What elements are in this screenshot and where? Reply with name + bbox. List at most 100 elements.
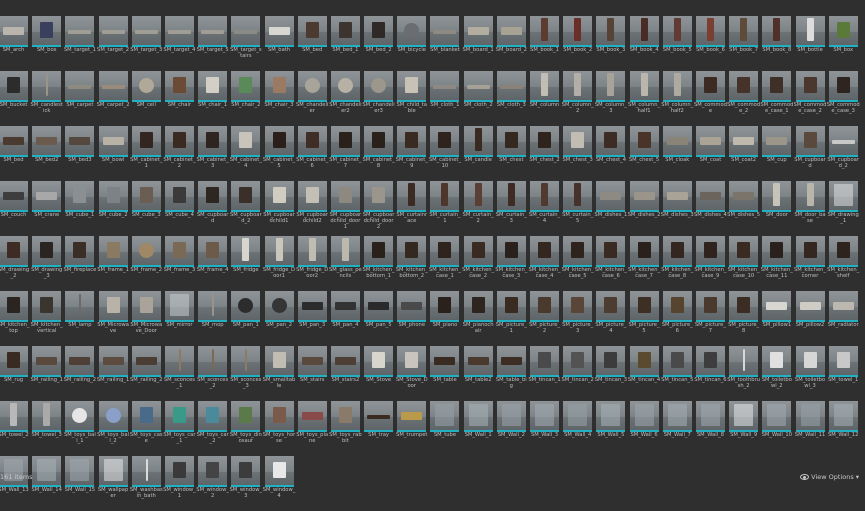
asset-tile[interactable]: SM_pan_4: [330, 291, 363, 346]
asset-tile[interactable]: SM_dishes_4: [694, 181, 728, 236]
asset-tile[interactable]: SM_kitchen_bottom_1: [363, 236, 396, 291]
asset-tile[interactable]: SM_curtainrace: [396, 181, 429, 236]
asset-tile[interactable]: SM_kitchen_case_11: [761, 236, 794, 291]
asset-tile[interactable]: SM_picture_4: [595, 291, 628, 346]
asset-tile[interactable]: SM_target_5: [197, 16, 230, 71]
asset-tile[interactable]: SM_commode_case_2: [794, 71, 828, 126]
asset-tile[interactable]: SM_Wall_9: [728, 401, 761, 456]
asset-tile[interactable]: SM_cupboard_2: [827, 126, 861, 181]
asset-tile[interactable]: SM_chair_3: [264, 71, 297, 126]
asset-tile[interactable]: SM_book_2: [562, 16, 595, 71]
asset-tile[interactable]: SM_picture_6: [662, 291, 695, 346]
asset-tile[interactable]: SM_kitchen_case_1: [429, 236, 462, 291]
asset-tile[interactable]: SM_table: [429, 346, 462, 401]
asset-tile[interactable]: SM_chest_2: [529, 126, 562, 181]
asset-tile[interactable]: SM_carpet: [64, 71, 97, 126]
asset-tile[interactable]: SM_Microwave: [97, 291, 131, 346]
asset-tile[interactable]: SM_cupboardchild_door1: [330, 181, 363, 236]
asset-tile[interactable]: SM_towel_1: [828, 346, 861, 401]
asset-tile[interactable]: SM_fireplace: [63, 236, 97, 291]
asset-tile[interactable]: SM_railing_1: [97, 346, 131, 401]
asset-tile[interactable]: SM_cupboardchild1: [263, 181, 297, 236]
asset-tile[interactable]: SM_kitchen_top: [0, 291, 31, 346]
asset-tile[interactable]: SM_chest_4: [595, 126, 628, 181]
asset-tile[interactable]: SM_bicycle: [396, 16, 429, 71]
asset-tile[interactable]: SM_cabinet_1: [130, 126, 164, 181]
asset-tile[interactable]: SM_fridge: [230, 236, 263, 291]
asset-tile[interactable]: SM_candle: [463, 126, 496, 181]
asset-tile[interactable]: SM_dishes_3: [661, 181, 695, 236]
asset-tile[interactable]: SM_pianochair: [463, 291, 496, 346]
asset-tile[interactable]: SM_toys_car_1: [163, 401, 197, 456]
asset-tile[interactable]: SM_commode_case_3: [827, 71, 861, 126]
asset-tile[interactable]: SM_book_3: [595, 16, 628, 71]
asset-tile[interactable]: SM_cabinet_5: [263, 126, 297, 181]
asset-tile[interactable]: SM_curtain_2: [463, 181, 496, 236]
asset-tile[interactable]: SM_cabinet_8: [362, 126, 396, 181]
asset-tile[interactable]: SM_cabinet_6: [296, 126, 330, 181]
asset-tile[interactable]: SM_kitchen_corner: [794, 236, 828, 291]
asset-tile[interactable]: SM_book_6: [695, 16, 728, 71]
asset-tile[interactable]: SM_bed_2: [363, 16, 396, 71]
asset-tile[interactable]: SM_piano: [429, 291, 462, 346]
asset-tile[interactable]: SM_rug: [0, 346, 31, 401]
asset-tile[interactable]: SM_smalltable: [263, 346, 297, 401]
asset-tile[interactable]: SM_commode_case_1: [760, 71, 794, 126]
asset-tile[interactable]: SM_sconces_2: [197, 346, 230, 401]
asset-tile[interactable]: SM_kitchen_case_4: [528, 236, 562, 291]
asset-tile[interactable]: SM_stairs: [297, 346, 330, 401]
asset-tile[interactable]: SM_kitchen_bottom_2: [396, 236, 429, 291]
asset-tile[interactable]: SM_ceil: [131, 71, 164, 126]
asset-tile[interactable]: SM_target_1: [64, 16, 97, 71]
asset-tile[interactable]: SM_cabinet_4: [230, 126, 263, 181]
asset-tile[interactable]: SM_cabinet_3: [197, 126, 230, 181]
asset-tile[interactable]: SM_Wall_8: [695, 401, 728, 456]
asset-tile[interactable]: SM_tincan_5: [661, 346, 695, 401]
asset-tile[interactable]: SM_cupboard: [794, 126, 828, 181]
asset-tile[interactable]: SM_toys_case: [130, 401, 164, 456]
asset-tile[interactable]: SM_pan_2: [264, 291, 297, 346]
asset-tile[interactable]: SM_frame_2: [130, 236, 164, 291]
asset-tile[interactable]: SM_kitchen_case_2: [462, 236, 496, 291]
asset-tile[interactable]: SM_cube_2: [98, 181, 131, 236]
asset-tile[interactable]: SM_tincan_3: [595, 346, 628, 401]
asset-tile[interactable]: SM_kitchen_case_9: [694, 236, 728, 291]
asset-tile[interactable]: SM_chair_2: [230, 71, 263, 126]
asset-tile[interactable]: SM_picture_5: [629, 291, 662, 346]
asset-tile[interactable]: SM_cube_3: [131, 181, 164, 236]
asset-tile[interactable]: SM_kitchen_case_5: [562, 236, 595, 291]
asset-tile[interactable]: SM_picture_3: [562, 291, 595, 346]
asset-tile[interactable]: SM_sconces_3: [230, 346, 263, 401]
asset-tile[interactable]: SM_pillow2: [795, 291, 828, 346]
asset-tile[interactable]: SM_toys_dinosaur: [230, 401, 263, 456]
asset-tile[interactable]: SM_mirror: [164, 291, 197, 346]
asset-tile[interactable]: SM_table_big: [496, 346, 529, 401]
asset-tile[interactable]: SM_curtain_1: [429, 181, 462, 236]
view-options-button[interactable]: View Options ▾: [800, 473, 859, 481]
asset-tile[interactable]: SM_fridge_Door2: [296, 236, 330, 291]
asset-tile[interactable]: SM_cloth_3: [496, 71, 529, 126]
asset-tile[interactable]: SM_picture_8: [728, 291, 761, 346]
asset-tile[interactable]: SM_curtain_5: [562, 181, 595, 236]
asset-tile[interactable]: SM_cupboard_2: [230, 181, 263, 236]
asset-tile[interactable]: SM_target_2: [97, 16, 131, 71]
asset-tile[interactable]: SM_trumpet: [396, 401, 429, 456]
asset-tile[interactable]: SM_toiletbowl_2: [761, 346, 794, 401]
asset-tile[interactable]: SM_cabinet_10: [429, 126, 462, 181]
asset-tile[interactable]: SM_glass_pencils: [329, 236, 363, 291]
asset-tile[interactable]: SM_bed2: [31, 126, 64, 181]
asset-tile[interactable]: SM_target_3: [130, 16, 164, 71]
asset-tile[interactable]: SM_commode: [694, 71, 728, 126]
asset-tile[interactable]: SM_door_base: [794, 181, 828, 236]
asset-tile[interactable]: SM_cloak: [662, 126, 695, 181]
asset-tile[interactable]: SM_book_1: [529, 16, 562, 71]
asset-tile[interactable]: SM_dishes_1: [594, 181, 628, 236]
asset-tile[interactable]: SM_cube_1: [64, 181, 97, 236]
asset-tile[interactable]: SM_toys_horse: [263, 401, 297, 456]
asset-tile[interactable]: SM_column: [529, 71, 562, 126]
asset-tile[interactable]: SM_cube_4: [164, 181, 197, 236]
asset-tile[interactable]: SM_cabinet_7: [329, 126, 363, 181]
asset-tile[interactable]: SM_railing_1: [30, 346, 64, 401]
asset-tile[interactable]: SM_sconces_1: [164, 346, 197, 401]
asset-tile[interactable]: SM_board_1: [463, 16, 496, 71]
